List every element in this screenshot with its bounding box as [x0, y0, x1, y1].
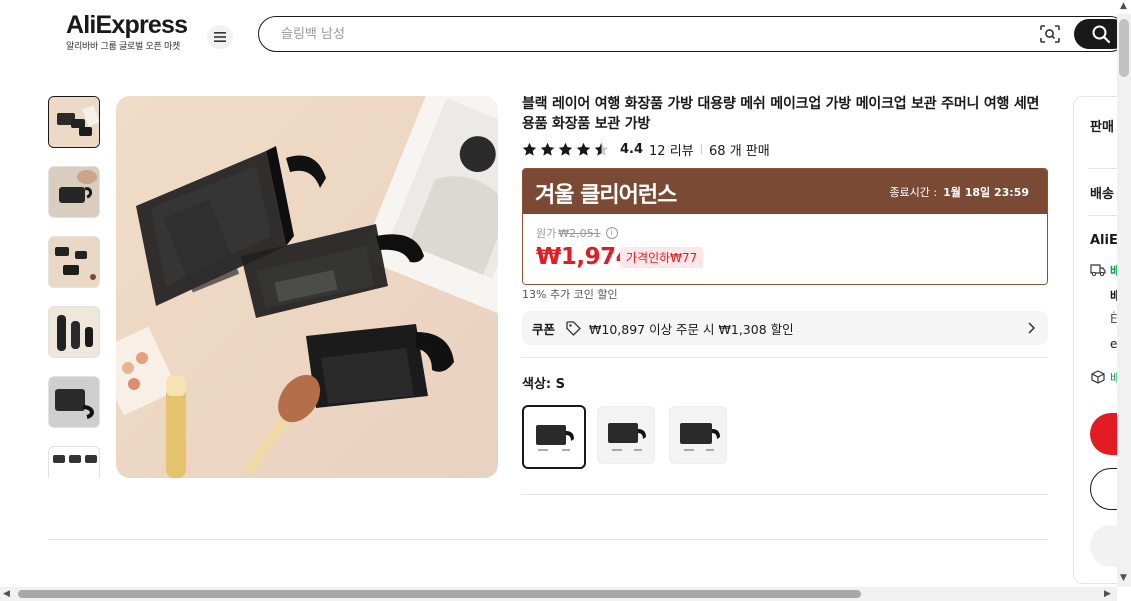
- thumbnail-2[interactable]: [48, 166, 100, 218]
- vertical-scrollbar[interactable]: ▲ ▼: [1117, 2, 1131, 587]
- coupon-text: ₩10,897 이상 주문 시 ₩1,308 할인: [589, 321, 794, 337]
- search-icon: [1092, 25, 1111, 44]
- sale-price: ₩1,974: [536, 244, 632, 270]
- coupon-row[interactable]: 쿠폰 ₩10,897 이상 주문 시 ₩1,308 할인: [522, 311, 1048, 345]
- scroll-left-arrow[interactable]: ◀: [3, 590, 10, 599]
- search-input[interactable]: [281, 23, 981, 45]
- sold-count: 68 개 판매: [709, 143, 770, 159]
- star-icon: [540, 142, 555, 156]
- vertical-scroll-thumb[interactable]: [1119, 19, 1129, 77]
- logo-tagline: 알리바바 그룹 글로벌 오픈 마켓: [66, 42, 180, 52]
- rating-value: 4.4: [620, 141, 644, 157]
- separator: |: [699, 143, 704, 155]
- thumbnail-3[interactable]: [48, 236, 100, 288]
- rating-row: 4.4 12 리뷰 | 68 개 판매: [522, 140, 770, 159]
- swatch-m[interactable]: [597, 406, 655, 464]
- color-label: 색상: S: [522, 377, 566, 392]
- original-price-row: 원가 ₩2,051 i: [536, 225, 618, 241]
- thumbnail-list: [48, 96, 102, 478]
- shipping-label: 배송: [1090, 187, 1114, 202]
- thumbnail-1[interactable]: [48, 96, 100, 148]
- original-price-label: 원가: [536, 227, 557, 240]
- star-icon: [576, 142, 591, 156]
- image-search-icon[interactable]: [1039, 24, 1061, 44]
- chevron-right-icon: [1028, 322, 1036, 334]
- coin-discount: 13% 추가 코인 할인: [522, 288, 618, 301]
- truck-icon: [1090, 264, 1106, 277]
- box-icon: [1091, 370, 1105, 384]
- aliexpress-product-page: AliExpress 알리바바 그룹 글로벌 오픈 마켓 슬링백 남성 블랙 레…: [0, 0, 1131, 601]
- coupon-label: 쿠폰: [532, 321, 556, 337]
- aliexpress-logo[interactable]: AliExpress 알리바바 그룹 글로벌 오픈 마켓: [66, 12, 196, 52]
- swatch-s[interactable]: [522, 405, 586, 469]
- star-rating: [522, 142, 612, 157]
- half-star-icon: [594, 142, 609, 156]
- thumbnail-6[interactable]: [48, 446, 100, 478]
- deal-end-time: 종료시간 :1월 18일 23:59: [889, 186, 1029, 199]
- thumbnail-5[interactable]: [48, 376, 100, 428]
- star-icon: [522, 142, 537, 156]
- info-icon[interactable]: i: [605, 227, 618, 239]
- divider: [522, 494, 1048, 495]
- product-title: 블랙 레이어 여행 화장품 가방 대용량 메쉬 메이크업 가방 메이크업 보관 …: [522, 96, 1040, 132]
- deal-name: 겨울 클리어런스: [535, 183, 677, 208]
- horizontal-scroll-thumb[interactable]: [18, 590, 861, 598]
- scroll-right-arrow[interactable]: ▶: [1104, 590, 1111, 599]
- category-menu-button[interactable]: [207, 25, 233, 49]
- tag-icon: [566, 321, 581, 336]
- star-icon: [558, 142, 573, 156]
- deal-box: 겨울 클리어런스 종료시간 :1월 18일 23:59 원가 ₩2,051 i …: [522, 168, 1048, 285]
- scroll-up-arrow[interactable]: ▲: [1120, 2, 1127, 11]
- thumbnail-4[interactable]: [48, 306, 100, 358]
- discount-badge: 가격인하₩77: [620, 247, 704, 268]
- divider: [522, 357, 1048, 358]
- review-count[interactable]: 12 리뷰: [649, 140, 694, 159]
- deal-banner: 겨울 클리어런스 종료시간 :1월 18일 23:59: [523, 169, 1047, 214]
- swatch-l[interactable]: [669, 406, 727, 464]
- original-price: ₩2,051: [558, 226, 601, 240]
- search-bar: [258, 16, 1128, 52]
- main-product-image[interactable]: [116, 96, 498, 478]
- section-divider: [48, 539, 1048, 540]
- scroll-down-arrow[interactable]: ▼: [1120, 574, 1127, 583]
- price-section: 원가 ₩2,051 i ₩1,974 가격인하₩77: [523, 214, 1047, 284]
- logo-text: AliExpress: [66, 11, 188, 39]
- horizontal-scrollbar[interactable]: ◀ ▶: [0, 587, 1117, 601]
- seller-label: 판매: [1090, 120, 1114, 135]
- aliexpress-choice-label: AliE: [1090, 233, 1118, 248]
- hamburger-icon: [214, 32, 226, 42]
- color-swatches: [522, 405, 741, 469]
